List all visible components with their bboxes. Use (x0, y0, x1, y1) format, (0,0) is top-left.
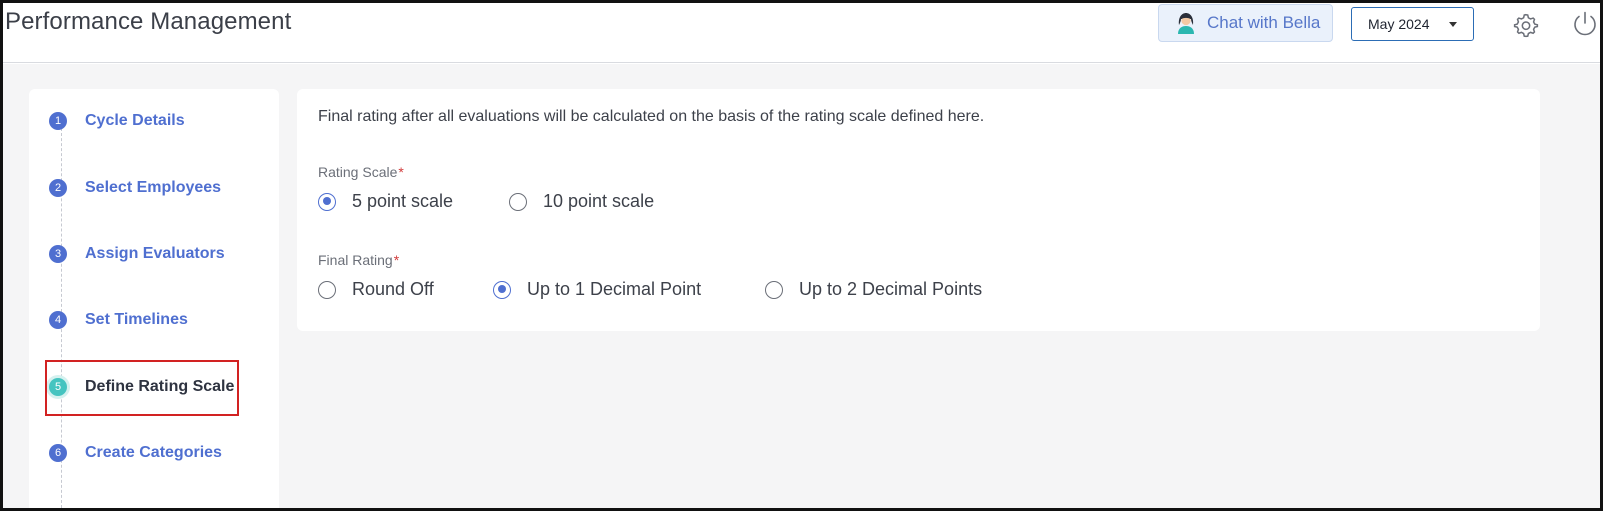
step-label: Select Employees (85, 179, 222, 196)
step-create-categories[interactable]: 6 Create Categories (49, 438, 222, 468)
step-number: 3 (49, 245, 67, 263)
gear-icon[interactable] (1513, 12, 1539, 38)
bella-avatar-icon (1178, 13, 1194, 34)
radio-5-point-scale[interactable]: 5 point scale (318, 191, 453, 212)
radio-circle[interactable] (318, 192, 336, 211)
top-header: Performance Management Chat with Bella M… (0, 0, 1603, 63)
step-number: 5 (49, 378, 67, 396)
radio-up-to-2-decimal-points[interactable]: Up to 2 Decimal Points (765, 279, 982, 300)
required-asterisk: * (393, 252, 400, 268)
step-number: 4 (49, 311, 67, 329)
chat-with-bella-label: Chat with Bella (1207, 13, 1321, 32)
step-cycle-details[interactable]: 1 Cycle Details (49, 106, 185, 136)
radio-round-off[interactable]: Round Off (318, 279, 434, 300)
rating-scale-label-text: Rating Scale (318, 164, 398, 180)
step-number: 1 (49, 112, 67, 130)
step-define-rating-scale[interactable]: 5 Define Rating Scale (49, 372, 234, 402)
step-label: Create Categories (85, 444, 222, 461)
rating-scale-label: Rating Scale* (318, 164, 404, 180)
final-rating-label-text: Final Rating (318, 252, 393, 268)
final-rating-label: Final Rating* (318, 252, 399, 268)
radio-circle[interactable] (318, 280, 336, 299)
radio-label: 5 point scale (352, 191, 454, 211)
step-set-timelines[interactable]: 4 Set Timelines (49, 305, 188, 335)
chat-with-bella-button[interactable]: Chat with Bella (1158, 4, 1333, 42)
page-title: Performance Management (5, 8, 292, 35)
power-icon[interactable] (1571, 10, 1599, 38)
radio-label: 10 point scale (543, 191, 655, 211)
rating-scale-card: Final rating after all evaluations will … (297, 89, 1540, 331)
radio-label: Up to 2 Decimal Points (799, 279, 983, 299)
step-label: Cycle Details (85, 112, 185, 129)
step-label: Set Timelines (85, 311, 188, 328)
wizard-steps-sidebar: 1 Cycle Details 2 Select Employees 3 Ass… (29, 89, 279, 511)
step-label: Assign Evaluators (85, 245, 225, 262)
step-label: Define Rating Scale (85, 378, 235, 395)
step-number: 2 (49, 179, 67, 197)
radio-circle[interactable] (509, 192, 527, 211)
radio-up-to-1-decimal-point[interactable]: Up to 1 Decimal Point (493, 279, 701, 300)
step-number: 6 (49, 444, 67, 462)
rating-intro-text: Final rating after all evaluations will … (318, 108, 985, 125)
radio-label: Round Off (352, 279, 434, 299)
radio-circle[interactable] (765, 280, 783, 299)
step-select-employees[interactable]: 2 Select Employees (49, 173, 221, 203)
chevron-down-icon (1449, 22, 1457, 27)
content-area: 1 Cycle Details 2 Select Employees 3 Ass… (3, 64, 1600, 511)
step-assign-evaluators[interactable]: 3 Assign Evaluators (49, 239, 225, 269)
radio-circle[interactable] (493, 280, 511, 299)
radio-10-point-scale[interactable]: 10 point scale (509, 191, 654, 212)
radio-label: Up to 1 Decimal Point (527, 279, 702, 299)
required-asterisk: * (398, 164, 404, 180)
month-select-value: May 2024 (1368, 16, 1430, 32)
month-select[interactable]: May 2024 (1351, 7, 1474, 41)
